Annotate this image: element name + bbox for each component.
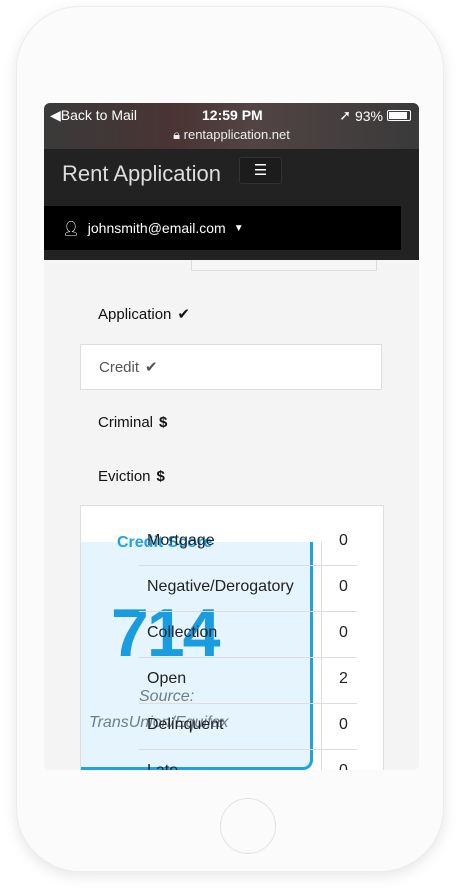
step-label: Application bbox=[98, 305, 172, 323]
battery-icon bbox=[387, 110, 411, 121]
table-row: Negative/Derogatory 0 bbox=[139, 566, 357, 612]
check-icon: ✔ bbox=[145, 359, 158, 376]
table-row: Delinquent 0 bbox=[139, 704, 357, 750]
url-text: rentapplication.net bbox=[183, 127, 290, 142]
clock: 12:59 PM bbox=[202, 107, 263, 123]
step-eviction[interactable]: Eviction $ bbox=[80, 453, 382, 499]
battery-status: ➚ 93% bbox=[339, 107, 411, 124]
lock-icon: 🔒︎ bbox=[173, 127, 181, 142]
step-credit[interactable]: Credit ✔ bbox=[80, 344, 382, 390]
credit-report-card: Credit Score 714 Source: TransUnion/Equi… bbox=[80, 505, 384, 770]
hamburger-icon: ☰ bbox=[253, 162, 268, 179]
menu-toggle-button[interactable]: ☰ bbox=[239, 157, 282, 184]
step-label: Criminal bbox=[98, 413, 154, 431]
dollar-icon: $ bbox=[159, 413, 168, 431]
user-icon: 👤︎ bbox=[62, 219, 80, 236]
dollar-icon: $ bbox=[156, 467, 165, 485]
battery-percent: 93% bbox=[354, 107, 383, 124]
user-email: johnsmith@email.com bbox=[87, 220, 226, 236]
partial-input[interactable] bbox=[191, 260, 377, 271]
table-row: Late0 bbox=[139, 750, 357, 770]
main-content: Application ✔ Credit ✔ Criminal $ Evicti… bbox=[44, 260, 419, 770]
accounts-table: Mortgage 0 Negative/Derogatory 0 Collectio… bbox=[139, 520, 357, 770]
step-label: Credit bbox=[99, 358, 140, 376]
check-icon: ✔ bbox=[177, 306, 190, 323]
url-bar[interactable]: 🔒︎ rentapplication.net bbox=[44, 127, 419, 143]
location-arrow-icon: ➚ bbox=[339, 107, 351, 123]
user-menu[interactable]: 👤︎ johnsmith@email.com ▼ bbox=[44, 206, 401, 250]
table-row: Collection 0 bbox=[139, 612, 357, 658]
table-row: Mortgage 0 bbox=[139, 520, 357, 566]
phone-screen: ◀Back to Mail 12:59 PM ➚ 93% 🔒︎ rentappl… bbox=[44, 103, 419, 770]
back-label: Back to Mail bbox=[60, 107, 138, 123]
step-label: Eviction bbox=[98, 467, 151, 485]
step-criminal[interactable]: Criminal $ bbox=[80, 399, 382, 445]
caret-down-icon: ▼ bbox=[233, 222, 244, 234]
table-row: Open 2 bbox=[139, 658, 357, 704]
back-to-mail-link[interactable]: ◀Back to Mail bbox=[50, 107, 137, 124]
ios-status-bar: ◀Back to Mail 12:59 PM ➚ 93% 🔒︎ rentappl… bbox=[44, 103, 419, 149]
brand-title[interactable]: Rent Application bbox=[62, 161, 221, 187]
home-button[interactable] bbox=[220, 798, 276, 854]
step-application[interactable]: Application ✔ bbox=[80, 291, 382, 337]
navbar: Rent Application ☰ 👤︎ johnsmith@email.co… bbox=[44, 149, 419, 260]
